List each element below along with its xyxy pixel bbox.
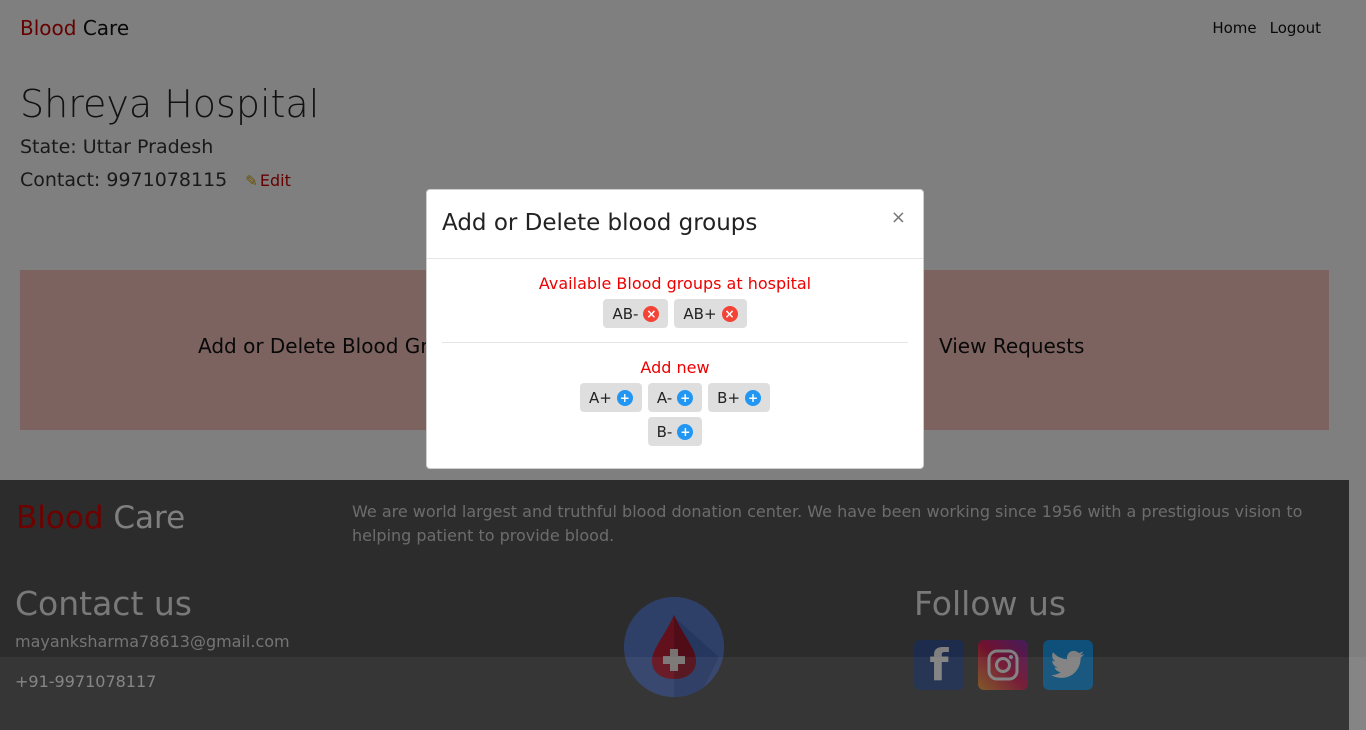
add-groups-row-2: B- + (427, 417, 923, 446)
chip-label: B- (656, 422, 673, 441)
chip-label: AB+ (683, 304, 717, 323)
add-group-chip-a-pos[interactable]: A+ + (579, 383, 642, 412)
add-icon[interactable]: + (745, 389, 762, 406)
modal-divider (442, 342, 908, 343)
add-group-chip-b-pos[interactable]: B+ + (708, 383, 771, 412)
blood-groups-modal: Add or Delete blood groups × Available B… (426, 189, 924, 469)
chip-label: AB- (612, 304, 639, 323)
add-new-title: Add new (640, 358, 710, 377)
modal-title: Add or Delete blood groups (442, 210, 758, 236)
add-icon[interactable]: + (677, 423, 694, 440)
modal-header: Add or Delete blood groups × (427, 190, 923, 259)
backdrop-lower-band (0, 657, 1366, 730)
available-groups-row: AB- × AB+ × (427, 299, 923, 328)
delete-icon[interactable]: × (721, 305, 738, 322)
blood-group-chip-ab-pos: AB+ × (674, 299, 747, 328)
available-groups-title: Available Blood groups at hospital (538, 274, 812, 293)
add-groups-row-1: A+ + A- + B+ + (427, 383, 923, 412)
add-group-chip-a-neg[interactable]: A- + (647, 383, 703, 412)
chip-label: B+ (717, 388, 741, 407)
chip-label: A+ (588, 388, 612, 407)
delete-icon[interactable]: × (643, 305, 660, 322)
blood-group-chip-ab-neg: AB- × (603, 299, 669, 328)
add-group-chip-b-neg[interactable]: B- + (647, 417, 703, 446)
chip-label: A- (656, 388, 673, 407)
add-icon[interactable]: + (677, 389, 694, 406)
close-icon[interactable]: × (891, 207, 906, 228)
add-icon[interactable]: + (616, 389, 633, 406)
